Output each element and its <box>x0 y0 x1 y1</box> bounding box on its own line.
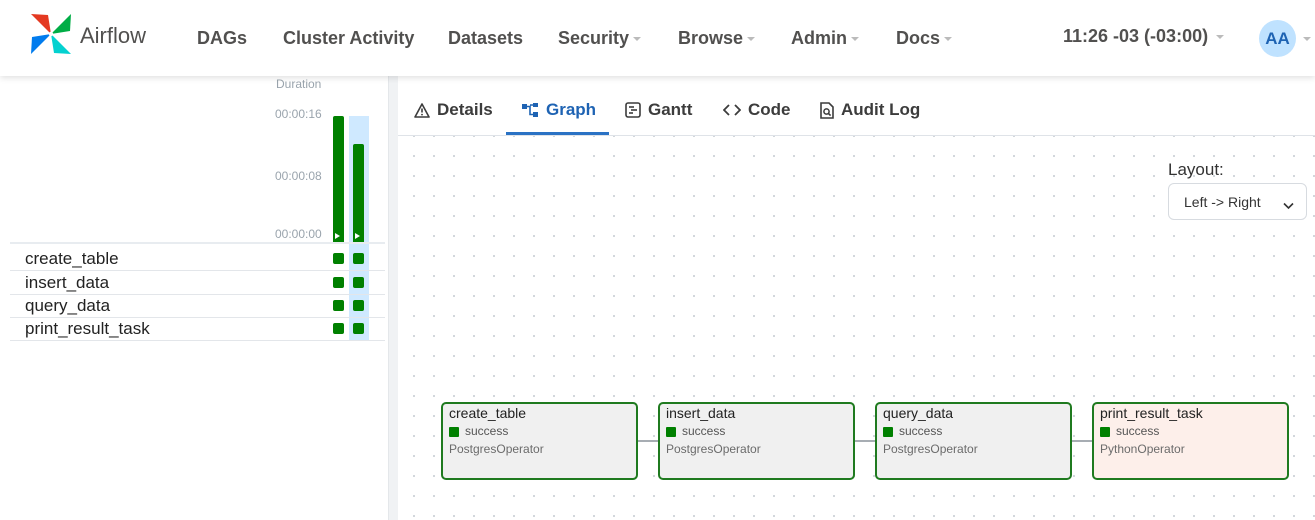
warning-triangle-icon <box>414 102 430 118</box>
audit-log-icon <box>820 101 834 119</box>
tab-graph[interactable]: Graph <box>522 100 596 120</box>
play-icon <box>335 233 340 239</box>
top-navbar: Airflow DAGs Cluster Activity Datasets S… <box>0 0 1315 76</box>
layout-select-value: Left -> Right <box>1184 194 1261 210</box>
duration-tick: 00:00:00 <box>275 227 322 241</box>
node-task-name: create_table <box>449 405 527 421</box>
brand-name: Airflow <box>80 23 147 48</box>
task-instance-status[interactable] <box>353 277 364 288</box>
status-dot <box>883 427 893 437</box>
code-icon <box>723 103 741 117</box>
nav-admin[interactable]: Admin <box>791 26 859 50</box>
run-duration-bar[interactable] <box>333 116 344 242</box>
tab-details[interactable]: Details <box>414 100 493 120</box>
nav-security[interactable]: Security <box>558 26 642 50</box>
task-row[interactable]: create_table <box>10 247 385 271</box>
status-dot <box>666 427 676 437</box>
status-dot <box>1100 427 1110 437</box>
task-name: insert_data <box>25 273 110 292</box>
task-instance-status[interactable] <box>333 323 344 334</box>
tab-code[interactable]: Code <box>723 100 791 120</box>
task-instance-status[interactable] <box>353 323 364 334</box>
node-operator: PostgresOperator <box>883 442 978 456</box>
caret-down-icon <box>747 37 756 42</box>
node-operator: PostgresOperator <box>666 442 761 456</box>
time-display: 11:26 -03 (-03:00) <box>1063 26 1209 46</box>
panel-resize-handle[interactable] <box>388 76 398 520</box>
nav-docs[interactable]: Docs <box>896 26 953 50</box>
node-task-name: query_data <box>883 405 954 421</box>
task-name: query_data <box>25 296 111 315</box>
tab-gantt[interactable]: Gantt <box>625 100 692 120</box>
chart-baseline <box>10 242 385 244</box>
gantt-icon <box>625 102 641 118</box>
layout-label: Layout: <box>1168 160 1224 179</box>
task-instance-status[interactable] <box>353 253 364 264</box>
task-node-print-result-task[interactable]: print_result_task success PythonOperator <box>1092 402 1289 480</box>
task-instance-status[interactable] <box>353 300 364 311</box>
task-row[interactable]: insert_data <box>10 271 385 295</box>
task-row[interactable]: print_result_task <box>10 317 385 341</box>
user-avatar[interactable]: AA <box>1259 20 1296 57</box>
node-state: success <box>1116 424 1160 438</box>
duration-label: Duration <box>276 77 322 91</box>
caret-down-icon <box>944 37 953 42</box>
nav-cluster-activity[interactable]: Cluster Activity <box>283 26 414 50</box>
user-menu-caret-icon[interactable] <box>1303 37 1311 41</box>
duration-tick: 00:00:16 <box>275 107 322 121</box>
node-state: success <box>465 424 509 438</box>
graph-edge <box>854 440 876 442</box>
status-dot <box>449 427 459 437</box>
duration-tick: 00:00:08 <box>275 169 322 183</box>
node-state: success <box>682 424 726 438</box>
task-node-create-table[interactable]: create_table success PostgresOperator <box>441 402 638 480</box>
chevron-down-icon <box>1283 197 1294 215</box>
play-icon <box>355 233 360 239</box>
nav-dags[interactable]: DAGs <box>197 26 247 50</box>
nav-datasets[interactable]: Datasets <box>448 26 523 50</box>
active-tab-indicator <box>506 132 609 135</box>
layout-select[interactable]: Left -> Right <box>1168 183 1307 220</box>
node-task-name: print_result_task <box>1100 405 1203 421</box>
run-duration-bar[interactable] <box>353 144 364 242</box>
node-operator: PostgresOperator <box>449 442 544 456</box>
task-row[interactable]: query_data <box>10 294 385 318</box>
node-task-name: insert_data <box>666 405 736 421</box>
tab-audit-log[interactable]: Audit Log <box>820 100 920 120</box>
task-name: print_result_task <box>25 319 150 338</box>
graph-icon <box>522 103 539 117</box>
airflow-logo-icon <box>28 11 74 62</box>
node-state: success <box>899 424 943 438</box>
nav-browse[interactable]: Browse <box>678 26 756 50</box>
task-node-insert-data[interactable]: insert_data success PostgresOperator <box>658 402 855 480</box>
graph-edge <box>637 440 658 442</box>
task-node-query-data[interactable]: query_data success PostgresOperator <box>875 402 1072 480</box>
grid-panel: Duration 00:00:16 00:00:08 00:00:00 crea… <box>0 76 390 520</box>
node-operator: PythonOperator <box>1100 442 1185 456</box>
task-name: create_table <box>25 249 119 268</box>
timezone-menu[interactable]: 11:26 -03 (-03:00) <box>1063 26 1225 47</box>
caret-down-icon <box>1216 35 1225 40</box>
brand-link[interactable]: Airflow <box>28 12 146 60</box>
graph-edge <box>1071 440 1093 442</box>
caret-down-icon <box>851 37 859 42</box>
task-instance-status[interactable] <box>333 253 344 264</box>
details-tabs: Details Graph Gantt Code Audit Log <box>398 88 1315 136</box>
task-instance-status[interactable] <box>333 300 344 311</box>
task-instance-status[interactable] <box>333 277 344 288</box>
caret-down-icon <box>633 37 642 42</box>
